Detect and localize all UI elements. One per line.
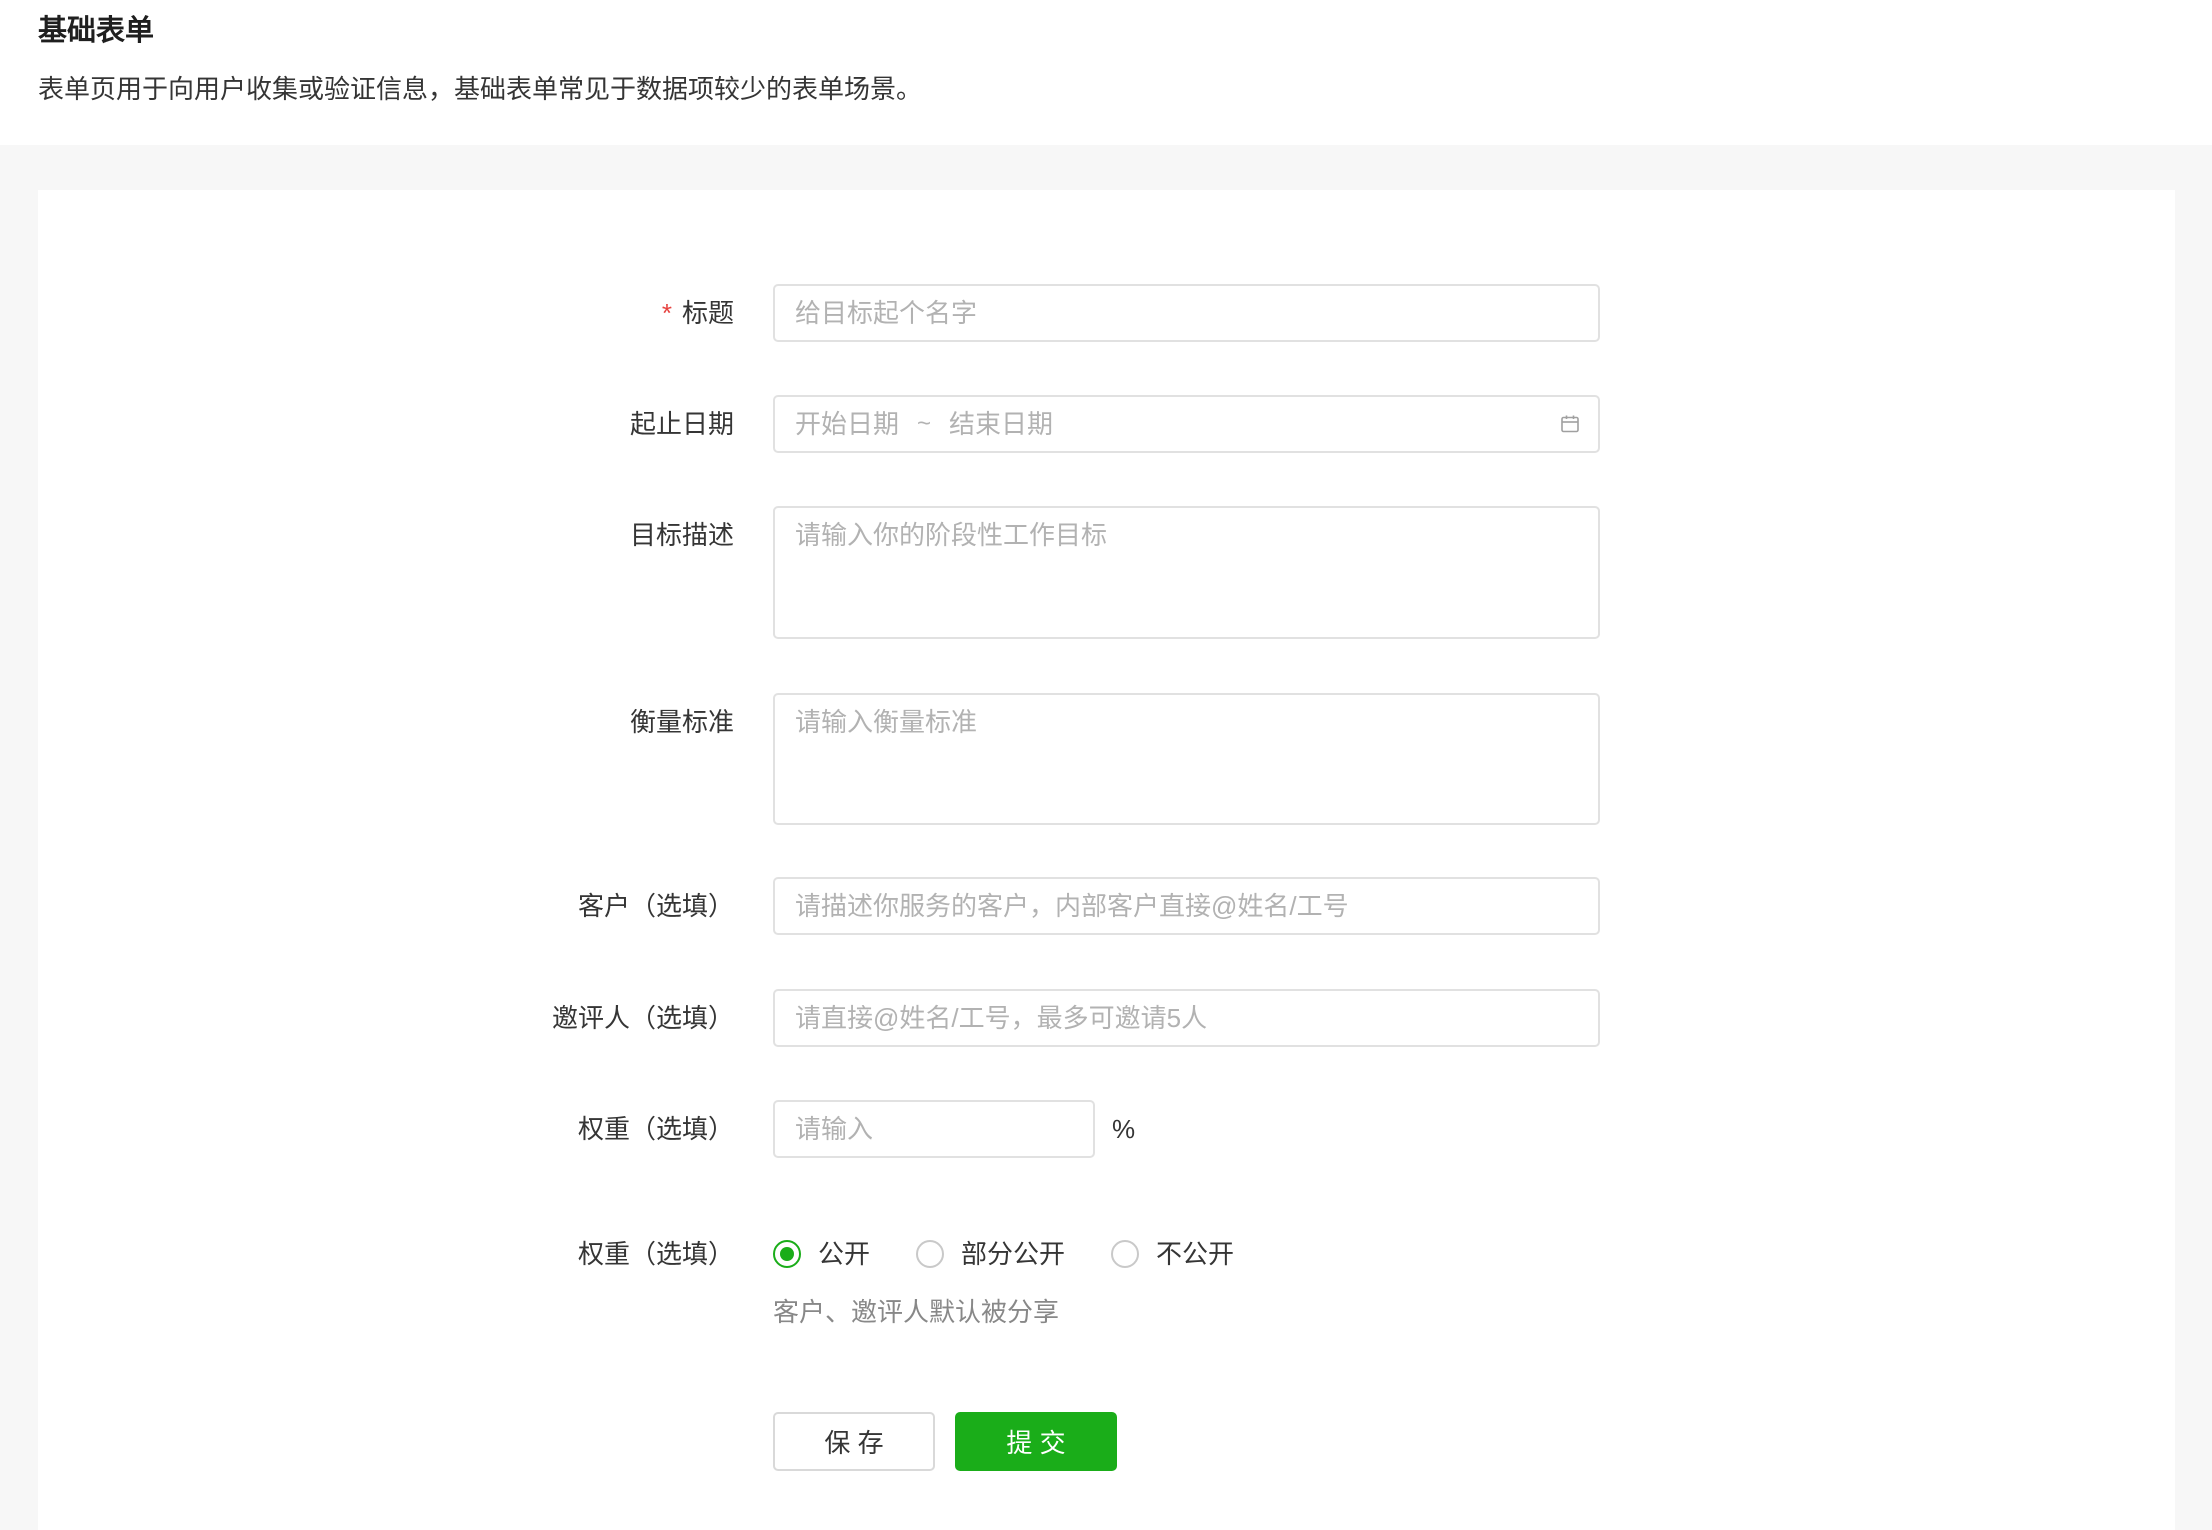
form-actions: 保 存 提 交 (773, 1412, 1117, 1471)
radio-button[interactable] (773, 1240, 801, 1268)
radio-option-private[interactable]: 不公开 (1111, 1225, 1234, 1283)
form-row-weight: 权重（选填） % (0, 1100, 1135, 1158)
form-row-client: 客户（选填） (0, 877, 1600, 935)
field-label-client: 客户（选填） (577, 891, 734, 921)
field-label-metrics: 衡量标准 (629, 707, 734, 737)
field-control-weight: % (773, 1100, 1135, 1158)
field-label-date-range: 起止日期 (629, 409, 734, 439)
save-button[interactable]: 保 存 (773, 1412, 935, 1471)
calendar-icon[interactable] (1560, 414, 1580, 434)
form-row-reviewers: 邀评人（选填） (0, 989, 1600, 1047)
weight-unit: % (1112, 1114, 1136, 1144)
form-row-date-range: 起止日期 ~ (0, 395, 1600, 453)
goal-description-textarea[interactable] (773, 506, 1600, 639)
field-label-title: * 标题 (0, 284, 734, 342)
visibility-hint: 客户、邀评人默认被分享 (773, 1297, 1060, 1327)
radio-option-partial[interactable]: 部分公开 (916, 1225, 1065, 1283)
form-card (38, 190, 2175, 1530)
submit-button[interactable]: 提 交 (955, 1412, 1117, 1471)
date-range-separator: ~ (917, 410, 932, 437)
radio-label: 部分公开 (961, 1239, 1066, 1269)
metrics-textarea[interactable] (773, 693, 1600, 825)
radio-button[interactable] (1111, 1240, 1140, 1268)
date-range-picker[interactable]: ~ (773, 395, 1600, 453)
page-description: 表单页用于向用户收集或验证信息，基础表单常见于数据项较少的表单场景。 (38, 74, 923, 104)
radio-option-public[interactable]: 公开 (773, 1225, 870, 1283)
radio-label: 不公开 (1156, 1239, 1235, 1269)
reviewers-input[interactable] (773, 989, 1600, 1047)
client-input[interactable] (773, 877, 1600, 935)
start-date-input[interactable] (795, 404, 901, 444)
radio-label: 公开 (818, 1239, 871, 1269)
field-label-text: 标题 (681, 298, 734, 328)
field-control-metrics (773, 693, 1600, 825)
field-control-reviewers (773, 989, 1600, 1047)
field-label-visibility: 权重（选填） (577, 1239, 734, 1269)
form-row-metrics: 衡量标准 (0, 693, 1600, 825)
required-mark: * (661, 298, 672, 328)
form-row-goal-description: 目标描述 (0, 506, 1600, 639)
visibility-radio-group: 公开 部分公开 不公开 (773, 1225, 1280, 1283)
title-input[interactable] (773, 284, 1600, 342)
page-title: 基础表单 (38, 15, 155, 47)
field-control-client (773, 877, 1600, 935)
field-control-title (773, 284, 1600, 342)
page-header: 基础表单 表单页用于向用户收集或验证信息，基础表单常见于数据项较少的表单场景。 (0, 0, 2212, 145)
end-date-input[interactable] (949, 404, 1056, 444)
form-row-visibility: 权重（选填） 公开 部分公开 不公开 (0, 1225, 1280, 1283)
field-label-reviewers: 邀评人（选填） (551, 1003, 734, 1033)
field-label-weight: 权重（选填） (577, 1114, 734, 1144)
field-label-goal-description: 目标描述 (629, 520, 734, 550)
radio-button[interactable] (916, 1240, 945, 1268)
field-control-date-range: ~ (773, 395, 1600, 453)
weight-input[interactable] (773, 1100, 1095, 1158)
field-control-goal-description (773, 506, 1600, 639)
form-row-title: * 标题 (0, 284, 1600, 342)
